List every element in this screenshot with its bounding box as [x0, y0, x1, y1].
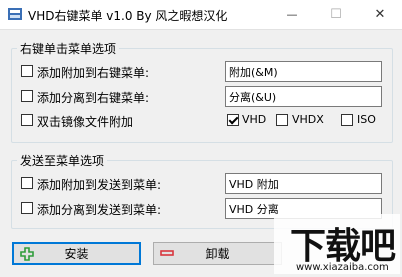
add-unmount-sendto-checkbox[interactable] — [21, 202, 33, 214]
maximize-button: ☐ — [314, 0, 358, 29]
context-menu-group-title: 右键单击菜单选项 — [17, 40, 120, 57]
sendto-menu-group-title: 发送至菜单选项 — [17, 152, 108, 169]
double-click-mount-checkbox[interactable] — [21, 114, 33, 126]
minimize-icon: — — [286, 8, 298, 21]
add-mount-sendto-label: 添加附加到发送到菜单: — [37, 178, 162, 192]
vhdx-label: VHDX — [292, 113, 324, 126]
uninstall-button[interactable]: 卸载 — [153, 242, 282, 265]
add-mount-context-label: 添加附加到右键菜单: — [37, 66, 150, 80]
plus-icon — [20, 247, 34, 261]
add-mount-context-checkbox[interactable] — [21, 65, 33, 77]
unmount-context-text-input[interactable]: 分离(&U) — [225, 86, 382, 107]
close-icon: ✕ — [374, 7, 386, 22]
install-button-label: 安装 — [64, 247, 89, 261]
maximize-icon: ☐ — [330, 7, 342, 22]
iso-label: ISO — [357, 113, 376, 126]
watermark-url: www.xiazaiba.com — [296, 262, 389, 273]
vhd-checkbox[interactable] — [227, 114, 239, 126]
title-bar: VHD右键菜单 v1.0 By 风之暇想汉化 — ☐ ✕ — [0, 0, 402, 30]
double-click-mount-label: 双击镜像文件附加 — [37, 115, 134, 129]
mount-sendto-text-input[interactable]: VHD 附加 — [225, 173, 382, 194]
mount-context-text-input[interactable]: 附加(&M) — [225, 61, 382, 82]
uninstall-button-label: 卸载 — [205, 247, 230, 261]
iso-checkbox[interactable] — [341, 114, 353, 126]
window-title: VHD右键菜单 v1.0 By 风之暇想汉化 — [28, 9, 228, 23]
install-button[interactable]: 安装 — [12, 242, 141, 265]
vhd-label: VHD — [242, 113, 267, 126]
add-mount-sendto-checkbox[interactable] — [21, 177, 33, 189]
app-icon — [8, 8, 22, 20]
vhdx-checkbox[interactable] — [276, 114, 288, 126]
minimize-button[interactable]: — — [270, 0, 314, 29]
add-unmount-sendto-label: 添加分离到发送到菜单: — [37, 203, 162, 217]
minus-icon — [160, 250, 174, 256]
close-button[interactable]: ✕ — [358, 0, 402, 29]
add-unmount-context-checkbox[interactable] — [21, 90, 33, 102]
add-unmount-context-label: 添加分离到右键菜单: — [37, 91, 150, 105]
